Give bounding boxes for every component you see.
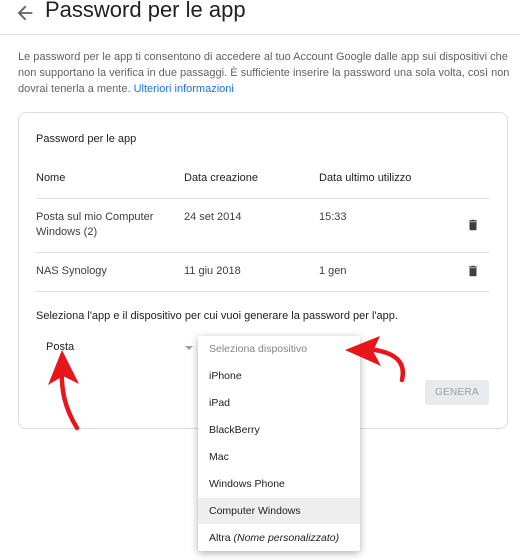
dropdown-option-computer-windows[interactable]: Computer Windows: [198, 498, 360, 524]
row-name: NAS Synology: [36, 265, 107, 277]
instruction-text: Seleziona l'app e il dispositivo per cui…: [36, 310, 398, 322]
divider: [36, 198, 490, 199]
row-created: 11 giu 2018: [184, 265, 241, 277]
dropdown-option-windows-phone[interactable]: Windows Phone: [198, 471, 360, 497]
row-created: 24 set 2014: [184, 211, 242, 223]
row-name: Posta sul mio Computer Windows (2): [36, 211, 154, 238]
page-title: Password per le app: [45, 0, 246, 22]
device-dropdown-menu: Seleziona dispositivo iPhone iPad BlackB…: [198, 336, 360, 551]
column-header-last-used: Data ultimo utilizzo: [319, 172, 412, 184]
column-header-name: Nome: [36, 172, 66, 184]
app-select[interactable]: Posta: [46, 341, 196, 359]
dropdown-placeholder[interactable]: Seleziona dispositivo: [198, 336, 360, 362]
divider: [36, 291, 490, 292]
generate-button[interactable]: GENERA: [425, 380, 489, 405]
dropdown-option-custom[interactable]: Altra (Nome personalizzato): [198, 525, 360, 551]
custom-option-label: Altra: [209, 532, 234, 544]
dropdown-arrow-icon: [185, 346, 193, 350]
trash-icon[interactable]: [466, 263, 480, 279]
trash-icon[interactable]: [466, 217, 480, 233]
custom-option-hint: (Nome personalizzato): [233, 532, 340, 544]
row-last-used: 1 gen: [319, 265, 347, 277]
row-last-used: 15:33: [319, 211, 347, 223]
learn-more-link[interactable]: Ulteriori informazioni: [134, 83, 234, 95]
divider: [36, 252, 490, 253]
dropdown-option-mac[interactable]: Mac: [198, 444, 360, 470]
column-header-created: Data creazione: [184, 172, 258, 184]
intro-body: Le password per le app ti consentono di …: [18, 51, 510, 95]
intro-text: Le password per le app ti consentono di …: [18, 49, 510, 97]
app-select-value: Posta: [46, 341, 75, 353]
dropdown-option-ipad[interactable]: iPad: [198, 390, 360, 416]
back-arrow-icon[interactable]: [14, 2, 36, 24]
page-header: Password per le app: [0, 0, 520, 35]
card-title: Password per le app: [36, 133, 137, 145]
dropdown-option-iphone[interactable]: iPhone: [198, 363, 360, 389]
dropdown-option-blackberry[interactable]: BlackBerry: [198, 417, 360, 443]
